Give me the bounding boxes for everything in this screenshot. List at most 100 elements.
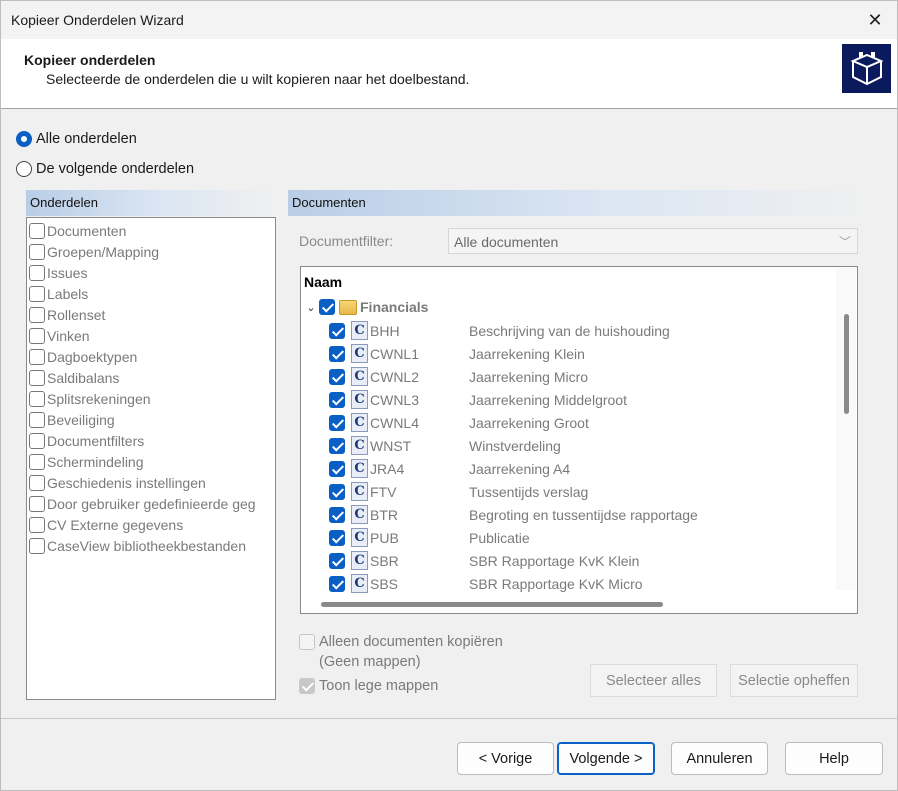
folder-checkbox[interactable] [319, 299, 335, 315]
checkbox[interactable] [29, 495, 45, 512]
checkbox[interactable] [29, 516, 45, 533]
list-item[interactable]: CV Externe gegevens [29, 514, 183, 535]
list-item[interactable]: Schermindeling [29, 451, 144, 472]
page-subtitle: Selecteerde de onderdelen die u wilt kop… [46, 71, 470, 87]
list-item[interactable]: Geschiedenis instellingen [29, 472, 206, 493]
list-item[interactable]: Documenten [29, 220, 126, 241]
document-checkbox[interactable] [329, 483, 345, 500]
show-empty-folders-option[interactable]: Toon lege mappen [299, 676, 438, 696]
list-item[interactable]: Rollenset [29, 304, 105, 325]
tree-row[interactable]: C JRA4 Jaarrekening A4 [329, 457, 829, 480]
list-item[interactable]: Dagboektypen [29, 346, 137, 367]
tree-folder-financials[interactable]: ⌄ Financials [301, 296, 428, 318]
chevron-down-icon: ﹀ [838, 235, 851, 249]
horizontal-scroll-thumb[interactable] [321, 602, 663, 607]
only-documents-checkbox[interactable] [299, 634, 315, 650]
list-item[interactable]: Vinken [29, 325, 90, 346]
document-filter-select[interactable]: Alle documenten ﹀ [448, 228, 858, 254]
document-checkbox[interactable] [329, 575, 345, 592]
document-checkbox[interactable] [329, 322, 345, 339]
list-item[interactable]: Documentfilters [29, 430, 144, 451]
only-documents-sublabel: (Geen mappen) [319, 654, 421, 670]
checkbox[interactable] [29, 411, 45, 428]
help-button[interactable]: Help [785, 742, 883, 775]
clear-selection-button[interactable]: Selectie opheffen [730, 664, 858, 697]
only-documents-label: Alleen documenten kopiëren [319, 634, 503, 650]
document-code: FTV [370, 483, 397, 500]
list-item-label: Vinken [47, 327, 90, 344]
tree-row[interactable]: C BTR Begroting en tussentijdse rapportage [329, 503, 829, 526]
document-checkbox[interactable] [329, 460, 345, 477]
show-empty-folders-checkbox[interactable] [299, 678, 315, 694]
list-item-label: Labels [47, 285, 89, 302]
chevron-down-icon[interactable]: ⌄ [303, 301, 319, 314]
radio-indicator[interactable] [16, 131, 32, 147]
document-checkbox[interactable] [329, 506, 345, 523]
select-all-button[interactable]: Selecteer alles [590, 664, 717, 697]
document-checkbox[interactable] [329, 437, 345, 454]
document-description: Jaarrekening Micro [469, 368, 589, 385]
list-item[interactable]: Beveiliging [29, 409, 115, 430]
checkbox[interactable] [29, 390, 45, 407]
list-item[interactable]: Issues [29, 262, 87, 283]
document-checkbox[interactable] [329, 345, 345, 362]
back-button[interactable]: < Vorige [457, 742, 554, 775]
checkbox[interactable] [29, 327, 45, 344]
tree-row[interactable]: C BHH Beschrijving van de huishouding [329, 319, 829, 342]
documents-tree[interactable]: Naam ⌄ Financials C BHH Beschrijving van d… [300, 266, 858, 614]
tree-row[interactable]: C FTV Tussentijds verslag [329, 480, 829, 503]
checkbox[interactable] [29, 453, 45, 470]
tree-row[interactable]: C SBR SBR Rapportage KvK Klein [329, 549, 829, 572]
vertical-scrollbar[interactable] [836, 268, 856, 590]
list-item[interactable]: Door gebruiker gedefinieerde geg [29, 493, 256, 514]
list-item[interactable]: Labels [29, 283, 88, 304]
list-item[interactable]: CaseView bibliotheekbestanden [29, 535, 246, 556]
checkbox[interactable] [29, 537, 45, 554]
checkbox[interactable] [29, 474, 45, 491]
checkbox[interactable] [29, 243, 45, 260]
next-button[interactable]: Volgende > [557, 742, 655, 775]
folder-icon [339, 299, 357, 315]
list-item[interactable]: Saldibalans [29, 367, 119, 388]
tree-row[interactable]: C CWNL4 Jaarrekening Groot [329, 411, 829, 434]
document-checkbox[interactable] [329, 391, 345, 408]
close-button[interactable]: ✕ [857, 5, 893, 35]
checkbox[interactable] [29, 306, 45, 323]
list-item[interactable]: Splitsrekeningen [29, 388, 151, 409]
document-checkbox[interactable] [329, 414, 345, 431]
wizard-header: Kopieer onderdelen Selecteerde de onderd… [1, 39, 897, 109]
only-documents-option[interactable]: Alleen documenten kopiëren (Geen mappen) [299, 632, 503, 672]
radio-selected-parts[interactable]: De volgende onderdelen [16, 161, 194, 177]
parts-list[interactable]: Documenten Groepen/Mapping Issues Labels… [26, 217, 276, 700]
checkbox[interactable] [29, 285, 45, 302]
document-checkbox[interactable] [329, 552, 345, 569]
document-code: CWNL3 [370, 391, 420, 408]
tree-row[interactable]: C PUB Publicatie [329, 526, 829, 549]
tree-row[interactable]: C WNST Winstverdeling [329, 434, 829, 457]
document-description: Beschrijving van de huishouding [469, 322, 670, 339]
list-item[interactable]: Groepen/Mapping [29, 241, 159, 262]
document-description: Jaarrekening Middelgroot [469, 391, 627, 408]
column-header-name[interactable]: Naam [304, 274, 342, 290]
tree-row[interactable]: C SBS SBR Rapportage KvK Micro [329, 572, 829, 595]
checkbox[interactable] [29, 348, 45, 365]
cancel-button[interactable]: Annuleren [671, 742, 768, 775]
list-item-label: Saldibalans [47, 369, 120, 386]
document-description: Winstverdeling [469, 437, 561, 454]
checkbox[interactable] [29, 369, 45, 386]
checkbox[interactable] [29, 222, 45, 239]
tree-row[interactable]: C CWNL2 Jaarrekening Micro [329, 365, 829, 388]
document-code: SBS [370, 575, 399, 592]
checkbox[interactable] [29, 432, 45, 449]
tree-row[interactable]: C CWNL3 Jaarrekening Middelgroot [329, 388, 829, 411]
list-item-label: Groepen/Mapping [47, 243, 160, 260]
tree-row[interactable]: C CWNL1 Jaarrekening Klein [329, 342, 829, 365]
radio-all-parts[interactable]: Alle onderdelen [16, 131, 137, 147]
radio-indicator[interactable] [16, 161, 32, 177]
list-item-label: CaseView bibliotheekbestanden [47, 537, 246, 554]
document-checkbox[interactable] [329, 368, 345, 385]
checkbox[interactable] [29, 264, 45, 281]
document-code: WNST [370, 437, 412, 454]
document-checkbox[interactable] [329, 529, 345, 546]
vertical-scroll-thumb[interactable] [844, 314, 849, 414]
